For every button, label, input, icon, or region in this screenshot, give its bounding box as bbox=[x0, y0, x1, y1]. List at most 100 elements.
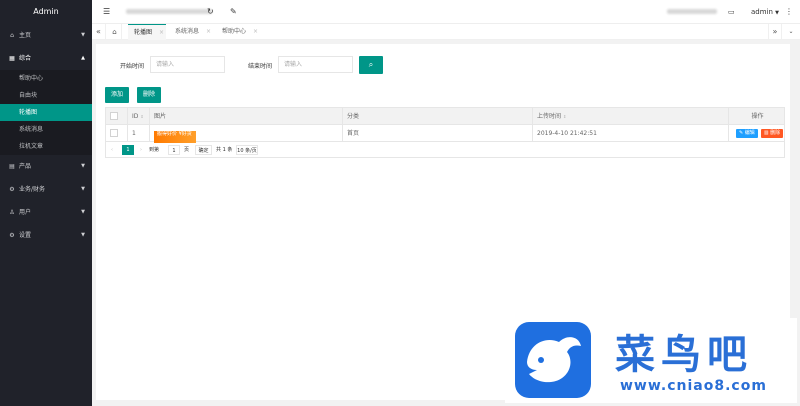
sidebar-group-settings[interactable]: ⚙ 设置 ▼ bbox=[0, 224, 92, 247]
home-tab-icon[interactable]: ⌂ bbox=[108, 24, 122, 40]
cell-image: 搬得好价 ¥好货 bbox=[150, 125, 343, 143]
close-icon[interactable]: × bbox=[206, 28, 211, 35]
row-checkbox[interactable] bbox=[110, 128, 118, 137]
close-icon[interactable]: × bbox=[253, 28, 258, 35]
sidebar-item-system-messages[interactable]: 系统消息 bbox=[0, 121, 92, 138]
edit-button[interactable]: ✎ 编辑 bbox=[736, 129, 758, 138]
sort-icon[interactable]: ⇕ bbox=[563, 114, 566, 119]
chevron-down-icon: ▼ bbox=[81, 163, 85, 169]
user-menu[interactable]: admin ▼ bbox=[751, 0, 779, 24]
column-label: 上传时间 bbox=[537, 113, 562, 120]
pagination: ‹ 1 › 到第 1 页 确定 共 1 条 10 条/页 bbox=[106, 142, 784, 157]
message-icon[interactable]: ▭ bbox=[728, 0, 735, 24]
tab-carousel[interactable]: 轮播图 × bbox=[128, 24, 166, 40]
sidebar-group-products[interactable]: ▤ 产品 ▼ bbox=[0, 155, 92, 178]
column-label: ID bbox=[132, 113, 139, 120]
close-icon[interactable]: × bbox=[159, 29, 164, 36]
blurred-url bbox=[126, 9, 212, 14]
column-header-id[interactable]: ID ⇕ bbox=[128, 108, 150, 125]
row-select-cell bbox=[106, 125, 128, 142]
table-header-row: ID ⇕ 图片 分类 上传时间 ⇕ 操作 bbox=[106, 108, 784, 125]
sidebar-item-free-block[interactable]: 自由块 bbox=[0, 87, 92, 104]
watermark: 菜鸟吧 www.cniao8.com bbox=[505, 318, 797, 403]
data-table: ID ⇕ 图片 分类 上传时间 ⇕ 操作 1 搬得好价 ¥好货 首页 2019-4-… bbox=[105, 107, 785, 158]
settings-icon: ⚙ bbox=[9, 232, 15, 239]
more-icon[interactable]: ⋮ bbox=[785, 0, 793, 24]
caret-down-icon: ▼ bbox=[775, 10, 780, 16]
sidebar-group-label: 设置 bbox=[19, 232, 32, 239]
sidebar-item-articles[interactable]: 拉机文章 bbox=[0, 138, 92, 155]
sort-icon[interactable]: ⇕ bbox=[140, 114, 143, 119]
tab-system-messages[interactable]: 系统消息 × bbox=[169, 24, 213, 40]
home-icon: ⌂ bbox=[10, 32, 14, 39]
page-confirm-button[interactable]: 确定 bbox=[195, 145, 212, 155]
page-current[interactable]: 1 bbox=[122, 145, 134, 155]
chevron-down-icon: ▼ bbox=[81, 32, 85, 38]
select-all-cell bbox=[106, 108, 128, 125]
page-size-select[interactable]: 10 条/页 bbox=[236, 145, 258, 155]
select-all-checkbox[interactable] bbox=[110, 111, 118, 120]
grid-icon: ▦ bbox=[9, 55, 15, 62]
bird-logo-icon bbox=[515, 322, 591, 398]
blurred-info bbox=[667, 9, 717, 14]
next-page-icon[interactable]: › bbox=[140, 145, 142, 155]
chevron-down-icon: ▼ bbox=[81, 209, 85, 215]
tab-label: 系统消息 bbox=[175, 28, 200, 35]
sidebar-group-users[interactable]: ♙ 用户 ▼ bbox=[0, 201, 92, 224]
sidebar-group-home[interactable]: ⌂ 主页 ▼ bbox=[0, 24, 92, 47]
edit-icon: ✎ bbox=[739, 130, 744, 136]
page-suffix: 页 bbox=[184, 147, 190, 153]
sidebar-group-general[interactable]: ▦ 综合 ▲ bbox=[0, 47, 92, 70]
sidebar-group-label: 产品 bbox=[19, 163, 32, 170]
cell-id: 1 bbox=[128, 125, 150, 142]
scroll-right-icon[interactable]: » bbox=[768, 24, 782, 40]
end-time-label: 结束时间 bbox=[248, 63, 273, 70]
tab-menu-icon[interactable]: ⌄ bbox=[784, 24, 798, 40]
prev-page-icon[interactable]: ‹ bbox=[111, 145, 113, 155]
cell-category: 首页 bbox=[343, 125, 533, 142]
sidebar-group-business[interactable]: ⚙ 业务/财务 ▼ bbox=[0, 178, 92, 201]
tab-help-center[interactable]: 帮助中心 × bbox=[216, 24, 260, 40]
start-time-label: 开始时间 bbox=[120, 63, 145, 70]
search-button[interactable]: ⌕ bbox=[359, 56, 383, 74]
sidebar-group-label: 综合 bbox=[19, 55, 32, 62]
sidebar-group-label: 用户 bbox=[19, 209, 32, 216]
edit-label: 编辑 bbox=[744, 130, 755, 136]
brush-icon[interactable]: ✎ bbox=[230, 0, 237, 24]
column-header-actions: 操作 bbox=[751, 113, 764, 120]
tabs-bar: « ⌂ 轮播图 × 系统消息 × 帮助中心 × » ⌄ bbox=[92, 24, 800, 40]
sidebar-item-help-center[interactable]: 帮助中心 bbox=[0, 70, 92, 87]
row-delete-button[interactable]: ▥ 删除 bbox=[760, 129, 784, 138]
page-jump-input[interactable]: 1 bbox=[168, 145, 180, 155]
column-header-image: 图片 bbox=[150, 108, 343, 125]
refresh-icon[interactable]: ↻ bbox=[207, 0, 214, 24]
column-header-upload-time[interactable]: 上传时间 ⇕ bbox=[533, 108, 729, 125]
chevron-down-icon: ▼ bbox=[81, 186, 85, 192]
chevron-up-icon: ▲ bbox=[81, 55, 85, 61]
start-time-input[interactable]: 请输入 bbox=[150, 56, 225, 73]
goto-label: 到第 bbox=[149, 147, 160, 153]
bird-logo-graphic bbox=[527, 337, 581, 383]
gear-icon: ⚙ bbox=[9, 186, 15, 193]
watermark-title: 菜鸟吧 bbox=[615, 331, 753, 378]
scroll-left-icon[interactable]: « bbox=[92, 24, 106, 40]
sidebar-item-carousel[interactable]: 轮播图 bbox=[0, 104, 92, 121]
chevron-down-icon: ▼ bbox=[81, 232, 85, 238]
sidebar-group-label: 业务/财务 bbox=[19, 186, 46, 193]
sidebar: Admin ⌂ 主页 ▼ ▦ 综合 ▲ 帮助中心 自由块 轮播图 系统消息 拉机… bbox=[0, 0, 92, 406]
sidebar-subnav: 帮助中心 自由块 轮播图 系统消息 拉机文章 bbox=[0, 70, 92, 155]
tab-label: 帮助中心 bbox=[222, 28, 247, 35]
delete-button[interactable]: 删除 bbox=[137, 87, 162, 103]
delete-label: 删除 bbox=[770, 130, 781, 136]
add-button[interactable]: 添加 bbox=[105, 87, 130, 103]
username: admin bbox=[751, 8, 773, 16]
total-count: 共 1 条 bbox=[216, 147, 233, 153]
menu-toggle-icon[interactable]: ☰ bbox=[103, 0, 110, 24]
tab-label: 轮播图 bbox=[134, 29, 153, 36]
watermark-url: www.cniao8.com bbox=[620, 378, 767, 394]
cell-upload-time: 2019-4-10 21:42:51 bbox=[533, 125, 729, 142]
search-icon: ⌕ bbox=[368, 60, 374, 69]
end-time-input[interactable]: 请输入 bbox=[278, 56, 353, 73]
table-row: 1 搬得好价 ¥好货 首页 2019-4-10 21:42:51 ✎ 编辑 ▥ 删… bbox=[106, 125, 784, 143]
user-icon: ♙ bbox=[9, 209, 15, 216]
